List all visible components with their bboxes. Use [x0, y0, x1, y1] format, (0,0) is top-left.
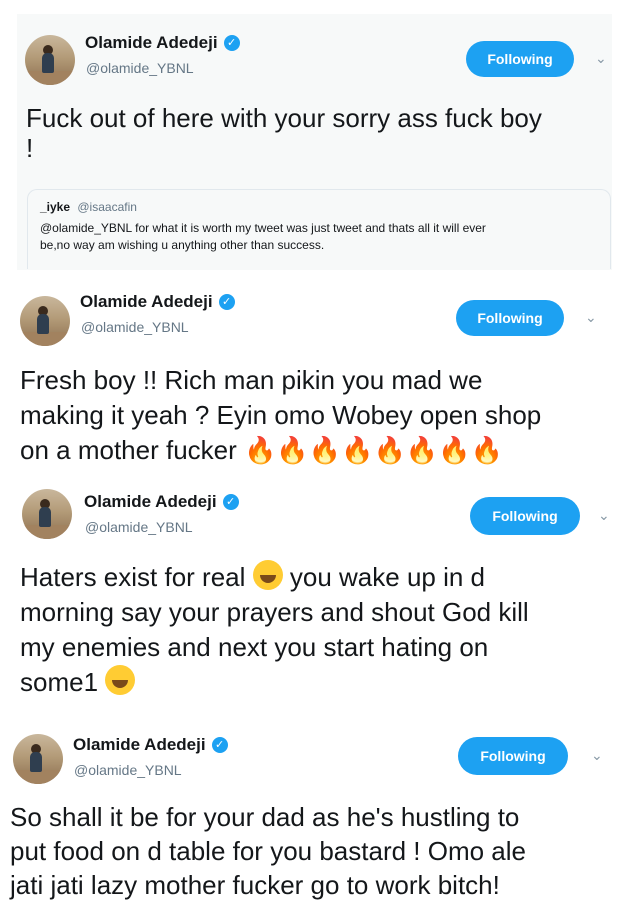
laughing-tears-emoji-icon	[252, 560, 283, 590]
chevron-down-icon[interactable]: ⌄	[598, 508, 610, 524]
fire-emoji-icon: 🔥🔥🔥🔥🔥🔥🔥🔥	[244, 436, 503, 466]
tweet-text-segment: on a mother fucker	[20, 435, 237, 465]
verified-badge-icon: ✓	[218, 294, 235, 310]
tweet-text: Fresh boy !! Rich man pikin you mad we m…	[20, 363, 541, 469]
quoted-text-line: @olamide_YBNL for what it is worth my tw…	[40, 221, 486, 235]
author-handle[interactable]: @olamide_YBNL	[86, 60, 194, 76]
quoted-tweet-text: @olamide_YBNL for what it is worth my tw…	[40, 220, 598, 254]
avatar[interactable]	[25, 35, 75, 85]
tweet-text-segment: some1	[20, 667, 99, 697]
quoted-text-line: be,no way am wishing u anything other th…	[40, 238, 325, 252]
chevron-down-icon[interactable]: ⌄	[585, 310, 597, 326]
chevron-down-icon[interactable]: ⌄	[591, 748, 603, 764]
tweet-text-line: my enemies and next you start hating on	[20, 632, 489, 662]
following-button[interactable]: Following	[456, 300, 564, 336]
tweet-text-line: morning say your prayers and shout God k…	[20, 597, 529, 627]
tweet-1: Olamide Adedeji ✓ @olamide_YBNL Followin…	[0, 0, 630, 270]
tweet-text: So shall it be for your dad as he's hust…	[10, 800, 526, 902]
tweet-text: Fuck out of here with your sorry ass fuc…	[26, 103, 542, 163]
author-handle[interactable]: @olamide_YBNL	[85, 519, 193, 535]
author-name[interactable]: Olamide Adedeji	[73, 735, 206, 755]
laughing-tears-emoji-icon	[105, 665, 136, 695]
quoted-tweet[interactable]: _iyke @isaacafin @olamide_YBNL for what …	[27, 189, 611, 269]
chevron-down-icon[interactable]: ⌄	[595, 51, 607, 67]
tweet-text-line: some1	[20, 665, 529, 700]
tweet-text-line: put food on d table for you bastard ! Om…	[10, 836, 526, 866]
quoted-author-handle: @isaacafin	[77, 200, 137, 214]
tweet-text-line: on a mother fucker 🔥🔥🔥🔥🔥🔥🔥🔥	[20, 433, 541, 469]
verified-badge-icon: ✓	[211, 737, 228, 753]
tweet-2: Olamide Adedeji ✓ @olamide_YBNL Followin…	[0, 270, 630, 475]
avatar[interactable]	[20, 296, 70, 346]
author-handle[interactable]: @olamide_YBNL	[74, 762, 182, 778]
tweet-text-segment: Haters exist for real	[20, 562, 246, 592]
author-handle[interactable]: @olamide_YBNL	[81, 319, 189, 335]
following-button[interactable]: Following	[466, 41, 574, 77]
verified-badge-icon: ✓	[223, 35, 240, 51]
tweet-text: Haters exist for real you wake up in d m…	[20, 560, 529, 700]
author-name[interactable]: Olamide Adedeji	[84, 492, 217, 512]
tweet-text-line: Fuck out of here with your sorry ass fuc…	[26, 103, 542, 133]
avatar[interactable]	[13, 734, 63, 784]
tweet-text-line: So shall it be for your dad as he's hust…	[10, 802, 520, 832]
tweet-text-line: Fresh boy !! Rich man pikin you mad we	[20, 365, 483, 395]
author-name[interactable]: Olamide Adedeji	[80, 292, 213, 312]
tweet-4: Olamide Adedeji ✓ @olamide_YBNL Followin…	[0, 720, 630, 920]
avatar[interactable]	[22, 489, 72, 539]
tweet-text-line: Haters exist for real you wake up in d	[20, 560, 529, 595]
tweet-3: Olamide Adedeji ✓ @olamide_YBNL Followin…	[0, 475, 630, 720]
author-name-row: Olamide Adedeji ✓	[84, 492, 239, 512]
author-name-row: Olamide Adedeji ✓	[85, 33, 240, 53]
author-name[interactable]: Olamide Adedeji	[85, 33, 218, 53]
tweet-text-line: !	[26, 133, 34, 163]
verified-badge-icon: ✓	[222, 494, 239, 510]
tweet-text-segment: you wake up in d	[289, 562, 486, 592]
following-button[interactable]: Following	[458, 737, 568, 775]
tweet-text-line: making it yeah ? Eyin omo Wobey open sho…	[20, 400, 542, 430]
tweet-text-line: jati jati lazy mother fucker go to work …	[10, 870, 500, 900]
following-button[interactable]: Following	[470, 497, 580, 535]
author-name-row: Olamide Adedeji ✓	[80, 292, 235, 312]
quoted-author-name: _iyke	[40, 200, 71, 214]
author-name-row: Olamide Adedeji ✓	[73, 735, 228, 755]
